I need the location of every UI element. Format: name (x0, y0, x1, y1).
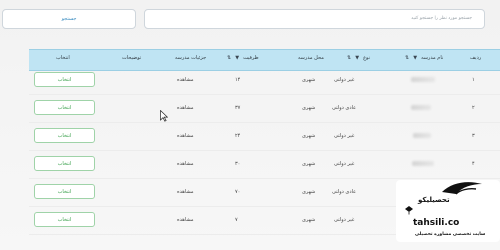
col-select: انتخاب (56, 55, 70, 61)
school-location: شهری (302, 133, 316, 139)
school-type: غیر دولتی (334, 77, 355, 83)
filter-icon[interactable]: ▼ (235, 55, 240, 61)
sort-icon[interactable]: ⇅ (227, 55, 232, 61)
view-details-link[interactable]: مشاهده (177, 189, 194, 195)
table-row: ۲ عادی دولتی شهری ۳۷ مشاهده انتخاب (29, 95, 500, 123)
table-row: ۳ غیر دولتی شهری ۲۴ مشاهده انتخاب (29, 123, 500, 151)
school-capacity: ۳۰ (235, 161, 241, 167)
school-type: غیر دولتی (334, 161, 355, 167)
school-location: شهری (302, 77, 316, 83)
school-type: عادی دولتی (332, 105, 357, 111)
row-number: ۲ (472, 105, 475, 111)
mouse-cursor-icon (160, 110, 168, 122)
col-details: جزئیات مدرسه (175, 55, 207, 61)
col-type[interactable]: نوع ▼ ⇅ (347, 55, 370, 61)
col-description: توضیحات (122, 55, 142, 61)
school-location: شهری (302, 217, 316, 223)
col-capacity[interactable]: ظرفیت ▼ ⇅ (227, 55, 259, 61)
row-number: ۴ (472, 161, 475, 167)
select-button[interactable]: انتخاب (34, 212, 95, 227)
app-canvas: جستجو مورد نظر را جستجو کنید جستجو ردیف … (0, 0, 500, 250)
select-button[interactable]: انتخاب (34, 100, 95, 115)
school-capacity: ۷ (235, 217, 238, 223)
school-name-blurred (412, 161, 434, 166)
select-button[interactable]: انتخاب (34, 184, 95, 199)
search-button-label: جستجو (61, 16, 77, 22)
school-name-blurred (413, 133, 431, 138)
row-number: ۳ (472, 133, 475, 139)
view-details-link[interactable]: مشاهده (177, 217, 194, 223)
sort-icon[interactable]: ⇅ (347, 55, 352, 61)
school-capacity: ۷۰ (235, 189, 241, 195)
brand-tagline: سایت تخصصی مشاوره تحصیلی (415, 232, 486, 237)
school-location: شهری (302, 189, 316, 195)
row-number: ۱ (472, 77, 475, 83)
view-details-link[interactable]: مشاهده (177, 105, 194, 111)
school-name-blurred (411, 77, 435, 82)
school-capacity: ۱۴ (235, 77, 241, 83)
search-placeholder: جستجو مورد نظر را جستجو کنید (411, 16, 472, 21)
view-details-link[interactable]: مشاهده (177, 77, 194, 83)
table-row: ۱ غیر دولتی شهری ۱۴ مشاهده انتخاب (29, 67, 500, 95)
school-location: شهری (302, 161, 316, 167)
view-details-link[interactable]: مشاهده (177, 133, 194, 139)
filter-icon[interactable]: ▼ (355, 55, 360, 61)
table-row: ۴ غیر دولتی شهری ۳۰ مشاهده انتخاب (29, 151, 500, 179)
school-type: غیر دولتی (334, 133, 355, 139)
col-location: محل مدرسه (298, 55, 324, 61)
select-button[interactable]: انتخاب (34, 156, 95, 171)
search-button[interactable]: جستجو (2, 9, 136, 29)
cap-mark-icon (405, 206, 413, 215)
col-school-name[interactable]: نام مدرسه ▼ ⇅ (405, 55, 443, 61)
school-capacity: ۳۷ (235, 105, 241, 111)
brand-name: تحصیلیکو (418, 196, 450, 204)
school-capacity: ۲۴ (235, 133, 241, 139)
school-type: غیر دولتی (334, 217, 355, 223)
school-location: شهری (302, 105, 316, 111)
brand-url: tahsili.co (413, 218, 460, 228)
col-row-num: ردیف (470, 55, 482, 61)
select-button[interactable]: انتخاب (34, 128, 95, 143)
school-name-blurred (411, 105, 431, 110)
view-details-link[interactable]: مشاهده (177, 161, 194, 167)
school-type: عادی دولتی (332, 189, 357, 195)
select-button[interactable]: انتخاب (34, 72, 95, 87)
filter-icon[interactable]: ▼ (413, 55, 418, 61)
search-input[interactable]: جستجو مورد نظر را جستجو کنید (144, 9, 485, 29)
sort-icon[interactable]: ⇅ (405, 55, 410, 61)
